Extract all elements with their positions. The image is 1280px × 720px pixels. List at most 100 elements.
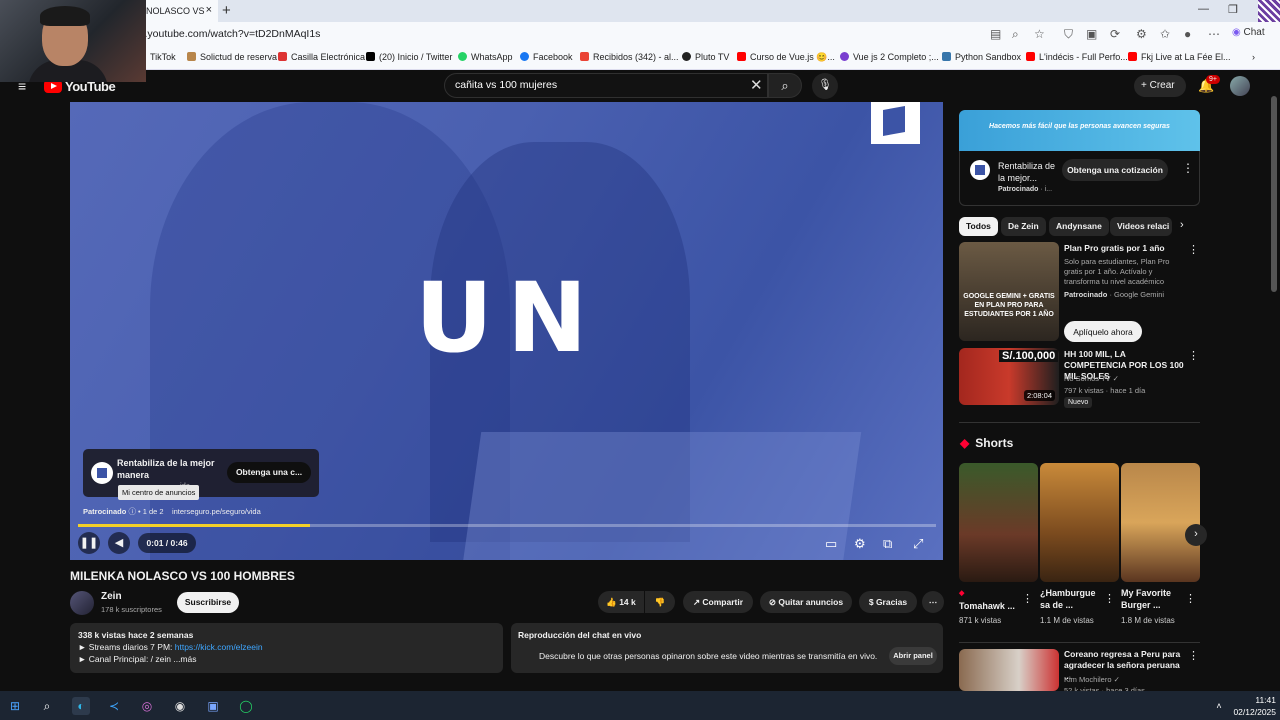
search-input[interactable] [455,79,735,91]
zoom-icon[interactable]: ⌕ [1012,27,1019,42]
url-field[interactable]: v.youtube.com/watch?v=tD2DnMAqI1s [140,28,320,40]
pause-button[interactable]: ❚❚ [78,532,100,554]
ad-url[interactable]: interseguro.pe/seguro/vida [172,507,261,516]
rec-channel[interactable]: No Somos TV ✓ [1064,374,1188,384]
short-thumbnail[interactable] [1121,463,1200,582]
reader-icon[interactable]: ▤ [990,27,1001,41]
more-vert-icon[interactable]: ⋮ [1104,592,1115,605]
more-vert-icon[interactable]: ⋮ [1185,592,1196,605]
bookmark-item[interactable]: Python Sandbox [942,52,1021,62]
whatsapp-icon[interactable]: ◯ [237,697,255,715]
more-vert-icon[interactable]: ⋮ [1022,592,1033,605]
bookmark-item[interactable]: WhatsApp [458,52,513,62]
edge-icon[interactable]: ◐ [72,697,90,715]
star-icon[interactable]: ☆ [1034,27,1045,41]
share-icon: ↗ [692,597,703,607]
tools-icon[interactable]: ⚙ [1136,27,1147,41]
channel-avatar[interactable] [70,591,94,615]
shield-icon[interactable]: ⛉ [1064,27,1073,42]
vscode-icon[interactable]: ≺ [105,697,123,715]
ad-cta-button[interactable]: Obtenga una c... [227,462,311,483]
rec-title[interactable]: Plan Pro gratis por 1 año [1064,243,1186,254]
more-vert-icon[interactable]: ⋮ [1188,349,1199,362]
app-icon[interactable]: ◎ [138,697,156,715]
bookmark-item[interactable]: Fkj Live at La Fée El... [1128,52,1231,62]
new-tab-icon[interactable]: + [222,2,231,19]
dislike-button[interactable]: 👎 [645,591,675,613]
account-avatar[interactable] [1230,76,1250,96]
fullscreen-icon[interactable]: ⤢ [913,536,923,552]
remove-ads-button[interactable]: ⊘ Quitar anuncios [760,591,852,613]
short-title[interactable]: My Favorite Burger ... [1121,587,1185,611]
more-actions-icon[interactable]: ⋯ [922,591,944,613]
obs-icon[interactable]: ◉ [171,697,189,715]
tab-close-icon[interactable]: × [206,4,212,16]
extension-icon[interactable]: ▣ [1086,27,1097,41]
refresh-ext-icon[interactable]: ⟳ [1110,27,1120,41]
minimize-icon[interactable]: — [1198,3,1209,15]
settings-gear-icon[interactable]: ⚙ [854,536,866,552]
windows-start-icon[interactable]: ⊞ [6,697,24,715]
profile-icon[interactable]: ● [1184,27,1191,41]
create-button[interactable]: + Crear [1134,75,1186,97]
browser-tab[interactable]: NOLASCO VS × [140,0,218,22]
more-vert-icon[interactable]: ⋮ [1182,161,1194,175]
bookmark-item[interactable]: Curso de Vue.js 😊... [737,52,835,63]
rec-thumbnail[interactable]: S/.100,000 2:08:04 [959,348,1059,405]
chip-todos[interactable]: Todos [959,217,998,236]
volume-button[interactable]: ◀ [108,532,130,554]
ad-banner[interactable]: Hacemos más fácil que las personas avanc… [959,110,1200,151]
short-thumbnail[interactable] [1040,463,1119,582]
rec-thumbnail[interactable] [959,649,1059,691]
bookmark-item[interactable]: (20) Inicio / Twitter [366,52,452,62]
info-icon[interactable]: ⓘ [128,507,138,516]
chevron-right-icon[interactable]: › [1180,219,1184,231]
chip-andynsane[interactable]: Andynsane [1049,217,1109,236]
sidebar-ad-cta[interactable]: Obtenga una cotización [1062,159,1168,181]
miniplayer-icon[interactable]: ⧉ [883,536,892,552]
bookmark-item[interactable]: Casilla Electrónica [278,52,365,62]
kick-link[interactable]: https://kick.com/elzeein [175,642,263,652]
more-vert-icon[interactable]: ⋮ [1188,649,1199,662]
bookmark-item[interactable]: Vue js 2 Completo ;... [840,52,939,62]
restore-icon[interactable]: ❐ [1228,3,1238,16]
bookmark-item[interactable]: TikTok [150,52,176,62]
bookmark-item[interactable]: Recibidos (342) - al... [580,52,679,62]
short-title[interactable]: Tomahawk ... [959,600,1023,612]
system-clock[interactable]: 11:41 02/12/2025 [1232,694,1276,718]
video-description[interactable]: 338 k vistas hace 2 semanas ► Streams di… [70,623,503,673]
voice-search-button[interactable]: 🎙 [812,73,838,99]
rec-channel[interactable]: Kim Mochilero ✓ [1064,675,1188,685]
channel-name[interactable]: Zein [101,591,122,602]
chip-related[interactable]: Videos relaci [1110,217,1172,236]
open-panel-button[interactable]: Abrir panel [889,647,937,665]
shorts-next-button[interactable]: › [1185,524,1207,546]
apply-now-button[interactable]: Aplíquelo ahora [1064,321,1142,342]
bookmark-item[interactable]: Solictud de reserva [187,52,277,62]
chip-de-zein[interactable]: De Zein [1001,217,1046,236]
app-icon[interactable]: ▣ [204,697,222,715]
search-button[interactable]: ⌕ [768,73,802,98]
video-player[interactable]: UN Rentabiliza de la mejor manera Obteng… [70,102,943,560]
progress-bar[interactable] [78,524,936,527]
like-button[interactable]: 👍 14 k [598,591,644,613]
share-button[interactable]: ↗ Compartir [683,591,753,613]
captions-icon[interactable]: ▭ [825,536,837,552]
bookmark-item[interactable]: Pluto TV [682,52,729,62]
scrollbar-thumb[interactable] [1271,96,1277,292]
clear-search-icon[interactable]: ✕ [750,76,763,94]
short-thumbnail[interactable] [959,463,1038,582]
more-icon[interactable]: ⋯ [1208,27,1220,41]
bookmarks-overflow-icon[interactable]: › [1252,52,1255,62]
search-icon[interactable]: ⌕ [38,697,56,715]
rec-thumbnail[interactable]: GOOGLE GEMINI + GRATIS EN PLAN PRO PARA … [959,242,1059,341]
more-vert-icon[interactable]: ⋮ [1188,243,1199,256]
chevron-up-icon[interactable]: ˄ [1210,697,1228,715]
short-title[interactable]: ¿Hamburgue sa de ... [1040,587,1104,611]
bookmark-item[interactable]: Facebook [520,52,573,62]
copilot-chat-button[interactable]: ◉ Chat [1232,27,1265,38]
bookmark-item[interactable]: L'indécis - Full Perfo... [1026,52,1128,62]
subscribe-button[interactable]: Suscribirse [177,592,239,613]
thanks-button[interactable]: $ Gracias [859,591,917,613]
favorites-icon[interactable]: ✩ [1160,27,1170,41]
